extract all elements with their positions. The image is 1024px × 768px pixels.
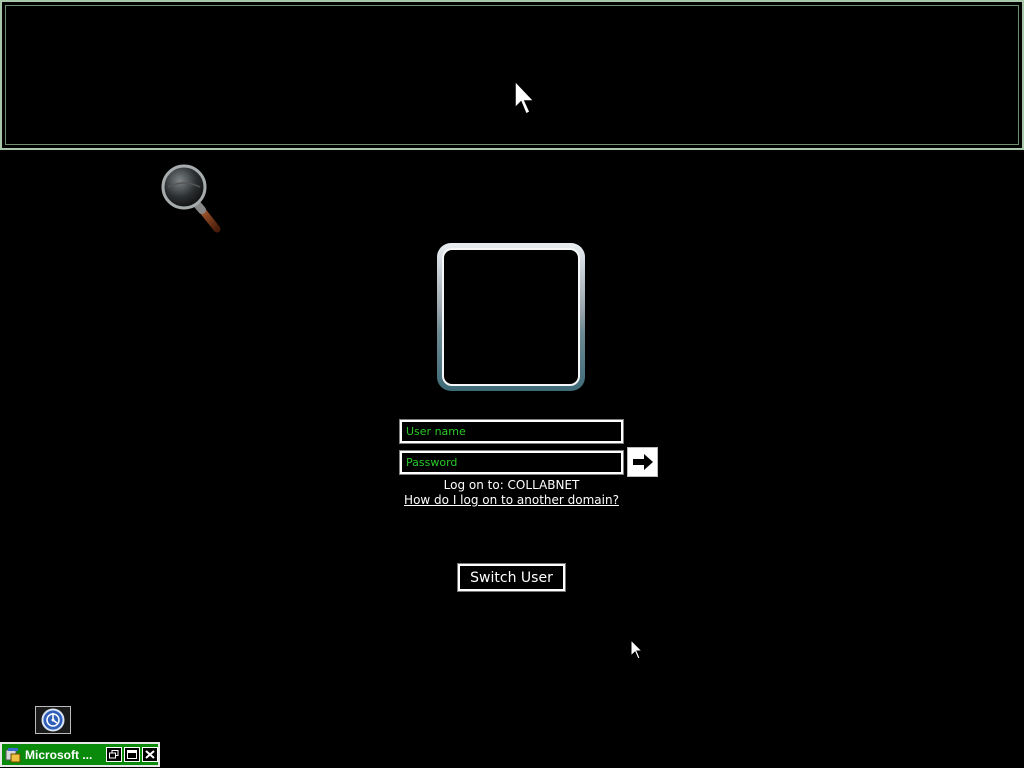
user-tile [437,243,585,391]
ease-of-access-button[interactable] [35,706,71,734]
logon-domain-label: Log on to: COLLABNET [443,478,580,492]
switch-user-button[interactable]: Switch User [457,563,566,592]
submit-button[interactable] [627,447,658,477]
close-icon [145,750,155,759]
restore-button[interactable] [106,747,122,762]
minimized-window[interactable]: Microsoft ... [0,742,160,767]
window-title: Microsoft ... [25,747,93,762]
app-icon [5,747,21,762]
magnifier-icon[interactable] [160,163,224,235]
mouse-cursor-magnified-icon [514,80,536,116]
magnifier-panel-inner [5,5,1019,145]
arrow-right-icon [632,454,653,470]
maximize-button[interactable] [124,747,140,762]
mouse-cursor-icon [630,639,644,660]
other-domain-link[interactable]: How do I log on to another domain? [380,493,643,507]
restore-icon [109,750,119,759]
user-picture [442,248,580,386]
close-button[interactable] [142,747,158,762]
maximize-icon [127,750,137,759]
logon-screen: Log on to: COLLABNET How do I log on to … [0,0,1024,768]
ease-of-access-icon [41,708,65,732]
password-input[interactable] [399,450,624,475]
username-input[interactable] [399,419,624,444]
magnifier-panel [0,0,1024,150]
